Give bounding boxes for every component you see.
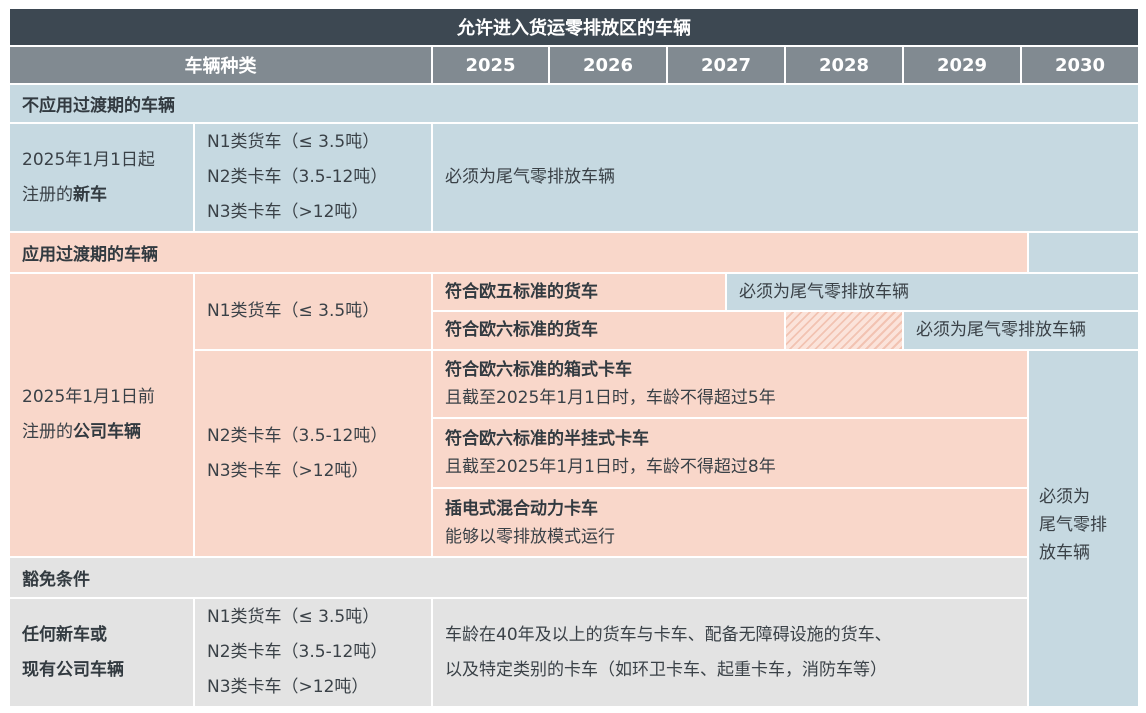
header-year-2030: 2030 [1022,47,1138,83]
category-n2: N2类卡车（3.5-12吨） [207,425,388,446]
category-n3: N3类卡车（>12吨） [207,677,369,697]
euro6-van-requirement: 必须为尾气零排放车辆 [904,312,1138,349]
category-n2: N2类卡车（3.5-12吨） [207,642,388,662]
section2-n1-category: N1类货车（≤ 3.5吨） [195,274,431,349]
euro6-semi-trailer: 符合欧六标准的半挂式卡车 且截至2025年1月1日时，车龄不得超过8年 [433,419,1027,487]
header-year-2029: 2029 [904,47,1020,83]
section1-label-line1: 2025年1月1日起 [22,149,155,170]
header-year-2028: 2028 [786,47,902,83]
section1-row-label: 2025年1月1日起 注册的新车 [10,124,193,231]
section2-n23-categories: N2类卡车（3.5-12吨） N3类卡车（>12吨） [195,351,431,556]
section1-requirement: 必须为尾气零排放车辆 [433,124,1138,231]
category-n2: N2类卡车（3.5-12吨） [207,167,388,187]
transition-title-2030-blue [1029,233,1138,272]
header-vehicle-type: 车辆种类 [10,47,431,83]
section3-detail: 车龄在40年及以上的货车与卡车、配备无障碍设施的货车、 以及特定类别的卡车（如环… [433,599,1027,706]
euro5-van-label: 符合欧五标准的货车 [433,274,725,310]
euro6-box-truck: 符合欧六标准的箱式卡车 且截至2025年1月1日时，车龄不得超过5年 [433,351,1027,417]
section2-label-line1: 2025年1月1日前 [22,387,155,407]
plug-in-hybrid-truck: 插电式混合动力卡车 能够以零排放模式运行 [433,489,1027,556]
euro6-van-label: 符合欧六标准的货车 [433,312,784,349]
category-n1: N1类货车（≤ 3.5吨） [207,607,380,627]
section2-row-label: 2025年1月1日前 注册的公司车辆 [10,274,193,556]
section1-label-line2: 注册的新车 [22,184,107,205]
section-transition-title: 应用过渡期的车辆 [10,233,1027,272]
section-exemption-title: 豁免条件 [10,558,1027,597]
section2-label-line2: 注册的公司车辆 [22,422,141,442]
euro6-van-transition-hatch [786,312,902,349]
section-no-transition-title: 不应用过渡期的车辆 [10,85,1138,122]
category-n1: N1类货车（≤ 3.5吨） [207,301,380,321]
category-n1: N1类货车（≤ 3.5吨） [207,132,380,152]
section3-categories: N1类货车（≤ 3.5吨） N2类卡车（3.5-12吨） N3类卡车（>12吨） [195,599,431,706]
header-year-2026: 2026 [550,47,666,83]
header-year-2025: 2025 [433,47,548,83]
category-n3: N3类卡车（>12吨） [207,460,369,481]
category-n3: N3类卡车（>12吨） [207,202,369,222]
final-zero-emission-requirement: 必须为 尾气零排 放车辆 [1029,351,1138,706]
section1-categories: N1类货车（≤ 3.5吨） N2类卡车（3.5-12吨） N3类卡车（>12吨） [195,124,431,231]
euro5-van-requirement: 必须为尾气零排放车辆 [727,274,1138,310]
header-year-2027: 2027 [668,47,784,83]
section3-row-label: 任何新车或 现有公司车辆 [10,599,193,706]
table-title: 允许进入货运零排放区的车辆 [10,9,1138,45]
